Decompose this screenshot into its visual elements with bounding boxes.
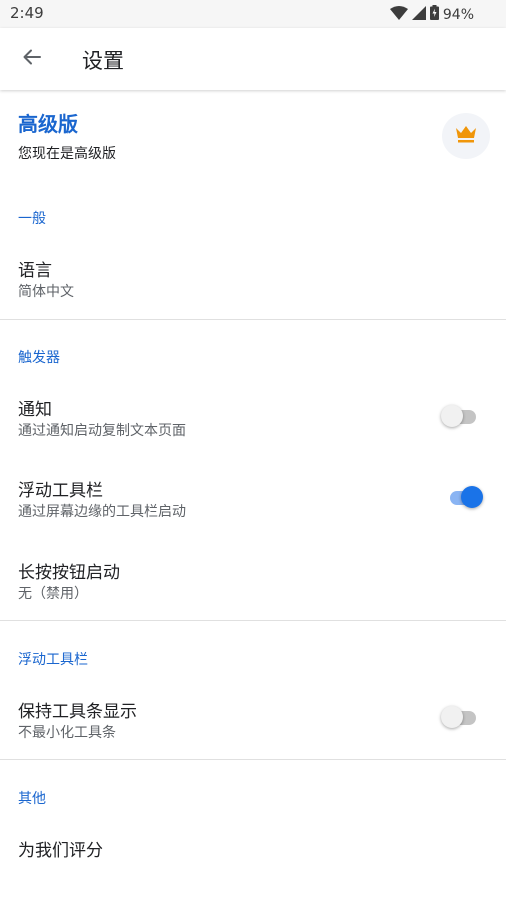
section-header-general: 一般 xyxy=(18,211,46,227)
divider xyxy=(0,759,506,760)
premium-title: 高级版 xyxy=(18,112,78,136)
toggle-thumb xyxy=(461,486,483,508)
premium-subtitle: 您现在是高级版 xyxy=(18,146,116,162)
setting-long-press[interactable]: 长按按钮启动 无（禁用） xyxy=(0,552,506,612)
toggle-thumb xyxy=(441,405,463,427)
keep-toolbar-toggle[interactable] xyxy=(440,704,486,732)
setting-long-press-title: 长按按钮启动 xyxy=(18,563,120,583)
setting-keep-toolbar-visible[interactable]: 保持工具条显示 不最小化工具条 xyxy=(0,691,506,751)
divider xyxy=(0,319,506,320)
notification-toggle[interactable] xyxy=(440,403,486,431)
premium-banner[interactable]: 高级版 您现在是高级版 xyxy=(0,92,506,184)
setting-rate-us[interactable]: 为我们评分 xyxy=(0,830,506,890)
status-time: 2:49 xyxy=(10,4,44,22)
premium-crown-button[interactable] xyxy=(442,113,490,159)
battery-icon xyxy=(429,5,439,24)
floating-toolbar-toggle[interactable] xyxy=(440,484,486,512)
section-header-other: 其他 xyxy=(18,791,46,807)
setting-language[interactable]: 语言 简体中文 xyxy=(0,250,506,310)
setting-language-value: 简体中文 xyxy=(18,284,74,300)
setting-long-press-value: 无（禁用） xyxy=(18,586,88,602)
wifi-icon xyxy=(389,5,408,24)
page-title: 设置 xyxy=(82,49,124,73)
cell-signal-icon xyxy=(411,5,426,24)
crown-icon xyxy=(455,125,477,147)
setting-keep-toolbar-subtitle: 不最小化工具条 xyxy=(18,725,116,741)
divider xyxy=(0,620,506,621)
arrow-back-icon xyxy=(22,47,42,71)
toggle-thumb xyxy=(441,706,463,728)
status-bar: 2:49 94% xyxy=(0,0,506,28)
section-header-floating-toolbar: 浮动工具栏 xyxy=(18,652,88,668)
back-button[interactable] xyxy=(16,43,48,75)
setting-notification-title: 通知 xyxy=(18,400,52,420)
setting-rate-us-title: 为我们评分 xyxy=(18,841,103,861)
setting-floating-toolbar[interactable]: 浮动工具栏 通过屏幕边缘的工具栏启动 xyxy=(0,470,506,530)
setting-floating-toolbar-subtitle: 通过屏幕边缘的工具栏启动 xyxy=(18,504,186,520)
section-header-triggers: 触发器 xyxy=(18,350,60,366)
setting-notification-subtitle: 通过通知启动复制文本页面 xyxy=(18,423,186,439)
app-bar: 设置 xyxy=(0,28,506,90)
battery-percent: 94% xyxy=(442,6,474,23)
setting-keep-toolbar-title: 保持工具条显示 xyxy=(18,702,137,722)
setting-language-title: 语言 xyxy=(18,261,52,281)
setting-floating-toolbar-title: 浮动工具栏 xyxy=(18,481,103,501)
setting-notification[interactable]: 通知 通过通知启动复制文本页面 xyxy=(0,389,506,449)
status-icons: 94% xyxy=(389,5,474,24)
